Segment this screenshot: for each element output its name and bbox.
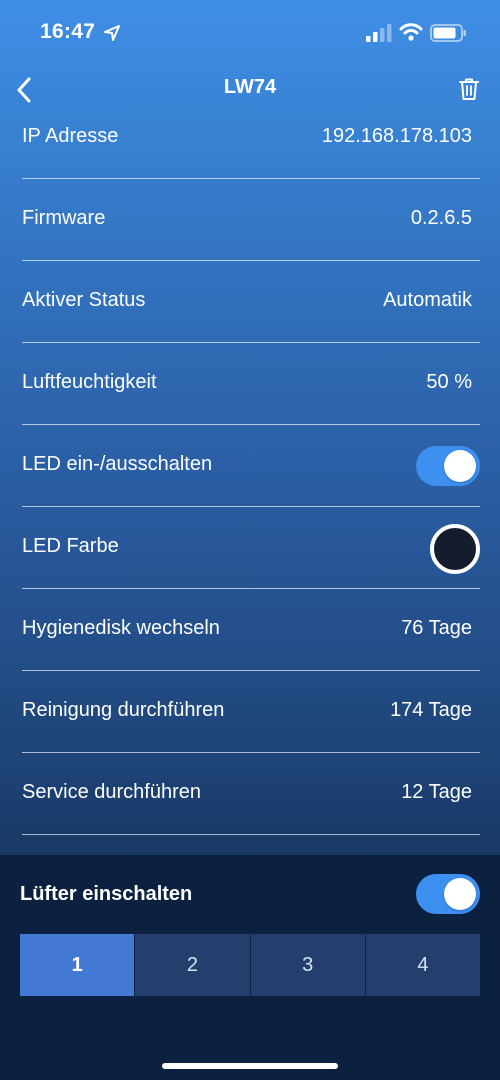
hygienedisk-row: Hygienedisk wechseln 76 Tage <box>0 589 500 671</box>
fan-toggle[interactable] <box>416 874 480 914</box>
hygienedisk-value: 76 Tage <box>401 617 472 639</box>
service-value: 12 Tage <box>401 781 472 803</box>
fan-level-4[interactable]: 4 <box>365 934 480 996</box>
row-label: LED ein-/ausschalten <box>22 453 213 475</box>
home-indicator[interactable] <box>162 1063 338 1069</box>
row-label: Service durchführen <box>22 781 201 803</box>
battery-icon <box>430 23 468 43</box>
service-row: Service durchführen 12 Tage <box>0 753 500 835</box>
row-label: IP Adresse <box>22 125 119 147</box>
location-arrow-icon <box>103 24 121 42</box>
led-toggle[interactable] <box>416 446 480 486</box>
led-toggle-row: LED ein-/ausschalten <box>0 425 500 507</box>
fan-control-panel: Lüfter einschalten 1 2 3 4 <box>0 855 500 1080</box>
fan-label: Lüfter einschalten <box>20 883 193 905</box>
status-time: 16:47 <box>40 20 96 43</box>
led-color-swatch[interactable] <box>430 524 480 574</box>
fan-level-1[interactable]: 1 <box>20 934 136 996</box>
led-color-row: LED Farbe <box>0 507 500 589</box>
page-title: LW74 <box>223 76 277 98</box>
toggle-knob <box>444 878 476 910</box>
row-label: Aktiver Status <box>22 289 146 311</box>
firmware-value: 0.2.6.5 <box>410 207 472 229</box>
divider <box>22 834 480 835</box>
status-bar: 16:47 <box>0 0 500 62</box>
active-status-value: Automatik <box>383 289 472 311</box>
wifi-icon <box>399 22 423 42</box>
humidity-row[interactable]: Luftfeuchtigkeit 50 % <box>0 343 500 425</box>
row-label: Hygienedisk wechseln <box>22 617 220 639</box>
active-status-row[interactable]: Aktiver Status Automatik <box>0 261 500 343</box>
ip-address-value: 192.168.178.103 <box>321 125 472 147</box>
row-label: Reinigung durchführen <box>22 699 225 721</box>
device-settings-screen: 16:47 LW74 IP Adresse 192.168.178.103 Fi… <box>0 0 500 1080</box>
row-label: Luftfeuchtigkeit <box>22 371 157 393</box>
fan-level-2[interactable]: 2 <box>135 934 251 996</box>
fan-level-segmented-control: 1 2 3 4 <box>20 934 480 996</box>
cleaning-row: Reinigung durchführen 174 Tage <box>0 671 500 753</box>
row-label: LED Farbe <box>22 535 119 557</box>
fan-level-3[interactable]: 3 <box>250 934 366 996</box>
cleaning-value: 174 Tage <box>390 699 472 721</box>
cellular-signal-icon <box>366 24 392 42</box>
toggle-knob <box>444 450 476 482</box>
settings-list: IP Adresse 192.168.178.103 Firmware 0.2.… <box>0 97 500 835</box>
firmware-row: Firmware 0.2.6.5 <box>0 179 500 261</box>
humidity-value: 50 % <box>426 371 472 393</box>
ip-address-row: IP Adresse 192.168.178.103 <box>0 97 500 179</box>
row-label: Firmware <box>22 207 106 229</box>
